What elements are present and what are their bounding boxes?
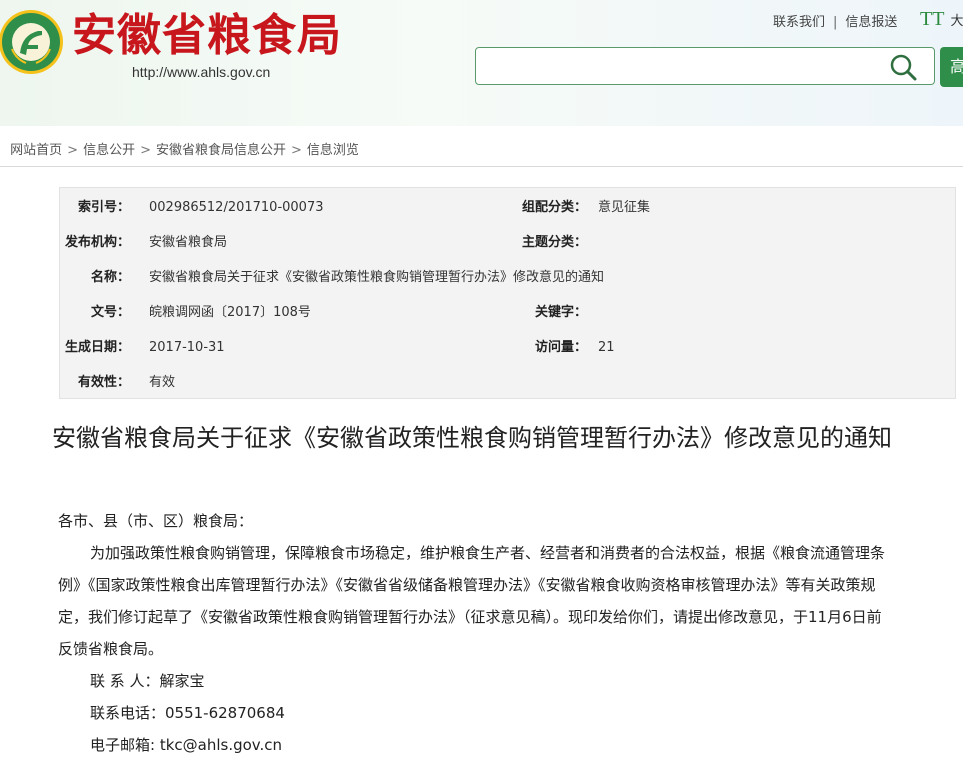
contact-email[interactable]: 电子邮箱: tkc@ahls.gov.cn [58,729,958,761]
contact-phone: 联系电话：0551-62870684 [90,704,285,722]
breadcrumb-info-public[interactable]: 信息公开 [83,143,135,158]
date-value: 2017-10-31 [149,340,225,355]
meta-row: 索引号： 002986512/201710-00073 组配分类： 意见征集 [60,190,955,225]
name-label: 名称： [90,270,130,285]
meta-row: 有效性： 有效 [60,365,955,400]
category-label: 组配分类： [521,200,587,215]
doc-no-label: 文号： [90,305,130,320]
index-no-label: 索引号： [77,200,130,215]
doc-no-value: 皖粮调网函〔2017〕108号 [149,305,311,320]
top-links: 联系我们 | 信息报送 [773,11,897,30]
body-line: 例》《国家政策性粮食出库管理暂行办法》《安徽省省级储备粮管理办法》《安徽省粮食收… [58,576,876,594]
site-url: http://www.ahls.gov.cn [132,64,271,80]
validity-value: 有效 [149,375,176,390]
font-size-icon: TT [920,8,945,30]
publisher-value: 安徽省粮食局 [149,235,228,250]
breadcrumb-home[interactable]: 网站首页 [10,143,62,158]
breadcrumb-separator: > [67,143,79,158]
validity-label: 有效性： [77,375,130,390]
meta-row: 名称： 安徽省粮食局关于征求《安徽省政策性粮食购销管理暂行办法》修改意见的通知 [60,260,955,295]
index-no-value: 002986512/201710-00073 [149,200,324,215]
font-size-control[interactable]: TT 大 [920,8,963,31]
search-icon[interactable] [888,52,918,82]
search-input[interactable] [484,54,878,80]
topic-label: 主题分类： [521,235,587,250]
grain-bureau-logo[interactable] [0,9,64,75]
site-name[interactable]: 安徽省粮食局 [72,6,342,66]
search-box [475,47,935,85]
name-value: 安徽省粮食局关于征求《安徽省政策性粮食购销管理暂行办法》修改意见的通知 [149,270,605,285]
breadcrumb-bureau-info[interactable]: 安徽省粮食局信息公开 [156,143,286,158]
body-line: 反馈省粮食局。 [58,640,164,658]
article-title: 安徽省粮食局关于征求《安徽省政策性粮食购销管理暂行办法》修改意见的通知 [52,424,892,452]
meta-row: 文号： 皖粮调网函〔2017〕108号 关键字： [60,295,955,330]
contact-us-link[interactable]: 联系我们 [773,11,825,30]
meta-row: 发布机构： 安徽省粮食局 主题分类： [60,225,955,260]
keywords-label: 关键字： [534,305,587,320]
body-line: 为加强政策性粮食购销管理，保障粮食市场稳定，维护粮食生产者、经营者和消费者的合法… [90,544,886,562]
link-separator: | [833,15,838,30]
article-body: 各市、县（市、区）粮食局： 为加强政策性粮食购销管理，保障粮食市场稳定，维护粮食… [58,505,958,761]
document-metadata-table: 索引号： 002986512/201710-00073 组配分类： 意见征集 发… [59,187,956,399]
publisher-label: 发布机构： [64,235,130,250]
header-divider [0,166,963,167]
advanced-search-button[interactable]: 高 [940,47,963,87]
visits-label: 访问量： [534,340,587,355]
body-line: 定，我们修订起草了《安徽省政策性粮食购销管理暂行办法》（征求意见稿）。现印发给你… [58,608,882,626]
breadcrumb-separator: > [140,143,151,158]
breadcrumb: 网站首页 > 信息公开 > 安徽省粮食局信息公开 > 信息浏览 [0,139,359,158]
meta-row: 生成日期： 2017-10-31 访问量： 21 [60,330,955,365]
breadcrumb-current: 信息浏览 [306,143,359,158]
site-header: 安徽省粮食局 http://www.ahls.gov.cn 联系我们 | 信息报送 … [0,0,963,126]
salutation: 各市、县（市、区）粮食局： [58,512,254,530]
font-size-large[interactable]: 大 [950,14,963,29]
date-label: 生成日期： [64,340,130,355]
contact-person: 联 系 人：解家宝 [90,672,205,690]
visits-value: 21 [598,340,615,355]
category-value: 意见征集 [598,200,651,215]
submit-info-link[interactable]: 信息报送 [845,11,897,30]
breadcrumb-separator: > [291,143,302,158]
